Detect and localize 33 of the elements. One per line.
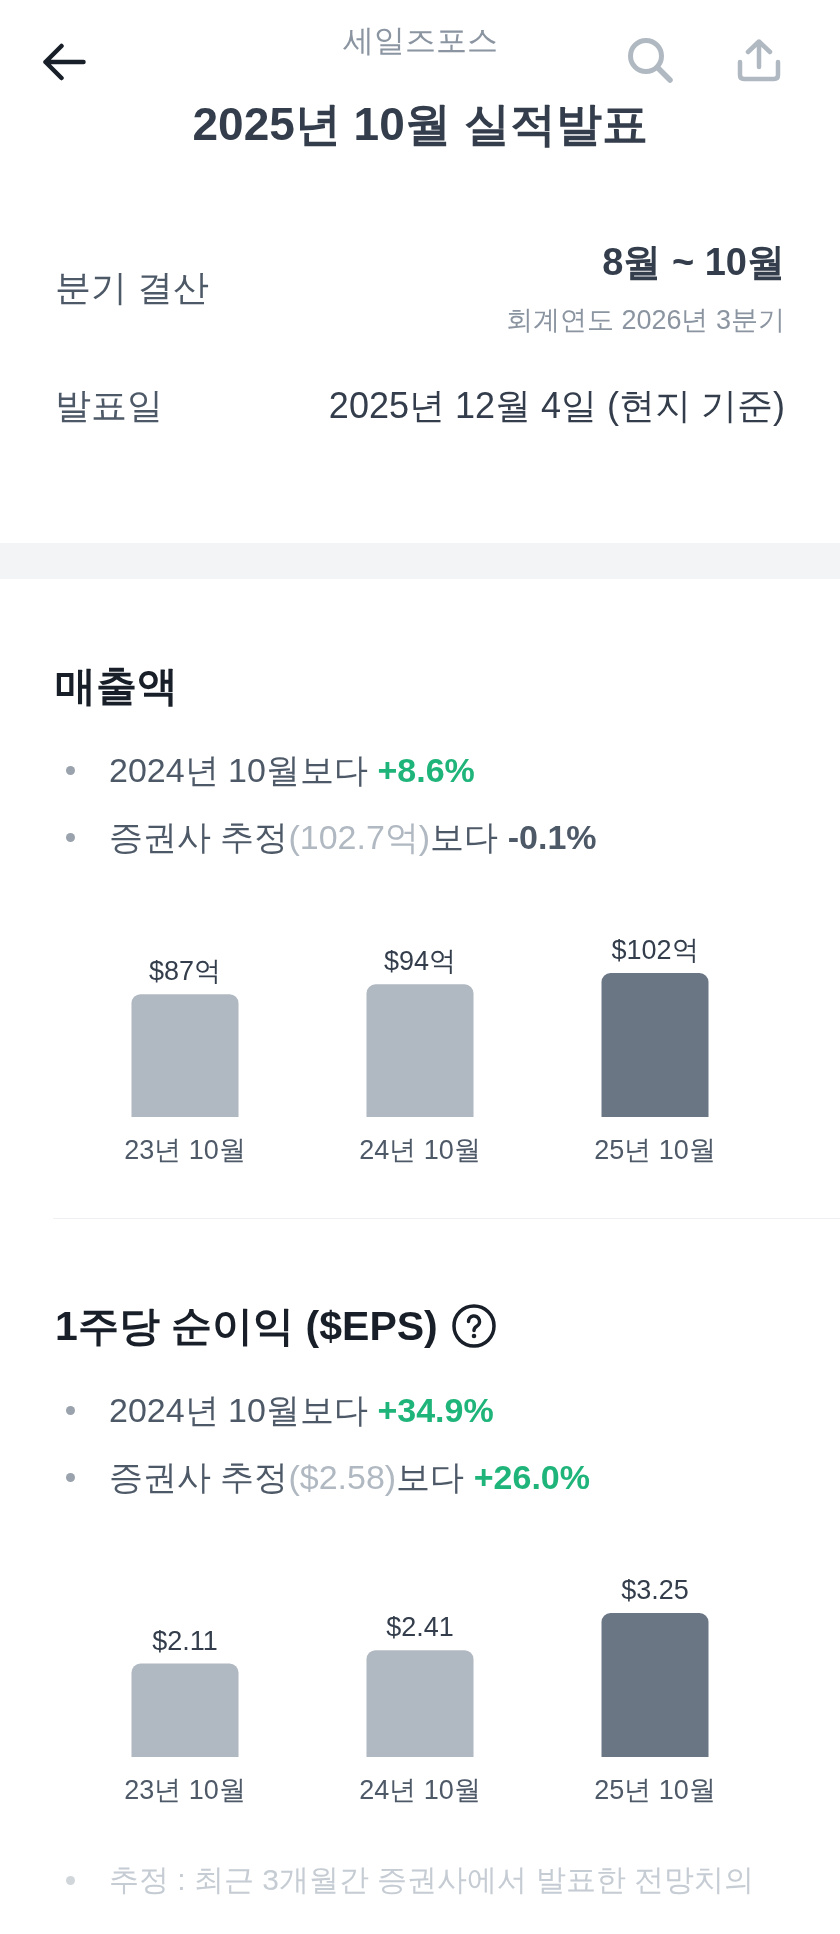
bullet-text: 증권사 추정($2.58)보다 +26.0%	[109, 1457, 590, 1498]
bar-value-label: $3.25	[621, 1575, 689, 1605]
bullet-icon	[66, 765, 75, 775]
bar-value-label: $87억	[148, 956, 222, 987]
bullet-icon	[66, 832, 75, 842]
bar-value-label: $102억	[611, 935, 699, 965]
bar-category-label: 25년 10월	[594, 1775, 716, 1805]
bullet-icon	[66, 1405, 75, 1415]
back-arrow-icon[interactable]	[42, 43, 86, 81]
summary-value: 2025년 12월 4일 (현지 기준)	[328, 384, 785, 428]
bullet-icon	[66, 1472, 75, 1482]
summary-value: 8월 ~ 10월	[602, 240, 785, 285]
bullet-text: 2024년 10월보다 +34.9%	[109, 1390, 494, 1431]
section-title: 매출액	[55, 662, 178, 711]
summary-label: 분기 결산	[55, 266, 209, 310]
stock-name: 세일즈포스	[342, 22, 498, 60]
summary-label: 발표일	[55, 384, 163, 428]
page-title: 2025년 10월 실적발표	[192, 97, 648, 152]
bar-category-label: 25년 10월	[594, 1135, 716, 1165]
bar-value-label: $94억	[383, 946, 457, 977]
bar-value-label: $2.41	[386, 1612, 454, 1643]
fiscal-period-note: 회계연도 2026년 3분기	[505, 304, 785, 337]
section-title: 1주당 순이익 ($EPS)	[55, 1302, 438, 1351]
footnote-text: 추정 : 최근 3개월간 증권사에서 발표한 전망치의	[109, 1862, 755, 1898]
bullet-icon	[66, 1875, 75, 1885]
bullet-text: 증권사 추정(102.7억)보다 -0.1%	[109, 817, 597, 858]
bar-category-label: 23년 10월	[124, 1135, 246, 1165]
bullet-text: 2024년 10월보다 +8.6%	[109, 750, 475, 791]
bar-category-label: 23년 10월	[124, 1775, 246, 1805]
bar-category-label: 24년 10월	[359, 1775, 481, 1805]
help-icon[interactable]	[451, 1304, 496, 1348]
bar-category-label: 24년 10월	[359, 1135, 481, 1165]
bar-value-label: $2.11	[152, 1625, 218, 1656]
